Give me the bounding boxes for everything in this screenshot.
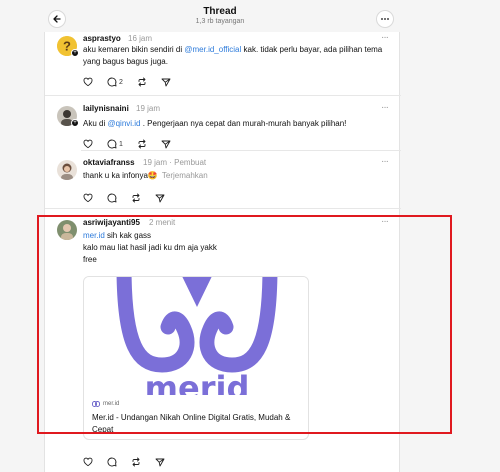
- view-count: 1,3 rb tayangan: [195, 18, 245, 25]
- merid-logo: merid: [116, 277, 278, 395]
- page-title: Thread: [203, 6, 237, 17]
- link-domain: mer.id: [92, 401, 119, 407]
- post-text: mer.id sih kak gass kalo mau liat hasil …: [83, 231, 217, 264]
- merid-logo-text: merid: [145, 369, 250, 395]
- repost-button[interactable]: [131, 457, 141, 467]
- repost-icon: [132, 193, 140, 203]
- action-bar: [83, 192, 179, 204]
- reply-count: 1: [119, 140, 123, 148]
- post-text: Aku di @qinvi.id . Pengerjaan nya cepat …: [83, 119, 347, 128]
- translate-link[interactable]: Terjemahkan: [162, 171, 208, 180]
- heart-icon: [83, 77, 93, 87]
- user-photo-icon: [57, 160, 77, 180]
- comment-icon: [107, 139, 117, 149]
- follow-plus-icon[interactable]: +: [71, 119, 79, 127]
- post-meta: 19 jam · Pembuat: [143, 158, 207, 167]
- post-more-button[interactable]: ···: [381, 32, 389, 43]
- reply-button[interactable]: 2: [107, 77, 123, 87]
- mention-link[interactable]: @qinvi.id: [107, 119, 140, 128]
- top-bar: Thread 1,3 rb tayangan: [0, 0, 500, 32]
- link-preview-image: merid: [84, 277, 308, 395]
- send-icon: [155, 194, 165, 203]
- link-preview-card[interactable]: merid mer.id Mer.id - Undangan Nikah Onl…: [83, 276, 309, 440]
- post-time: 2 menit: [149, 218, 176, 227]
- comment-icon: [107, 193, 117, 203]
- share-button[interactable]: [155, 193, 165, 203]
- link-icon: [92, 401, 100, 407]
- send-icon: [161, 78, 171, 87]
- divider: [81, 150, 401, 151]
- repost-button[interactable]: [137, 77, 147, 87]
- share-button[interactable]: [161, 77, 171, 87]
- heart-icon: [83, 139, 93, 149]
- user-photo-icon: [57, 220, 77, 240]
- mention-link[interactable]: mer.id: [83, 231, 105, 240]
- like-button[interactable]: [83, 457, 93, 467]
- reply-button[interactable]: [107, 193, 117, 203]
- heart-icon: [83, 193, 93, 203]
- action-bar: 2: [83, 76, 185, 88]
- post-text: aku kemaren bikin sendiri di @mer.id_off…: [83, 45, 383, 66]
- action-bar: [83, 456, 179, 468]
- follow-plus-icon[interactable]: +: [71, 49, 79, 57]
- username[interactable]: oktaviafranss: [83, 158, 135, 167]
- share-button[interactable]: [161, 139, 171, 149]
- thread-panel: ? + asprastyo 16 jam ··· aku kemaren bik…: [44, 32, 401, 472]
- reply-button[interactable]: [107, 457, 117, 467]
- repost-icon: [132, 457, 140, 467]
- send-icon: [155, 458, 165, 467]
- post-more-button[interactable]: ···: [381, 102, 389, 113]
- post-more-button[interactable]: ···: [381, 216, 389, 227]
- post-time: 19 jam: [136, 104, 161, 113]
- repost-button[interactable]: [131, 193, 141, 203]
- creator-badge: Pembuat: [174, 158, 207, 167]
- reply-count: 2: [119, 78, 123, 86]
- comment-icon: [107, 77, 117, 87]
- like-button[interactable]: [83, 193, 93, 203]
- divider: [45, 95, 401, 96]
- like-button[interactable]: [83, 139, 93, 149]
- action-bar: 1: [83, 138, 185, 150]
- reply-button[interactable]: 1: [107, 139, 123, 149]
- repost-icon: [138, 77, 146, 87]
- post-time: 16 jam: [128, 34, 153, 43]
- post-text: thank u ka infonya🤩 Terjemahkan: [83, 171, 208, 180]
- avatar[interactable]: [57, 220, 77, 240]
- mention-link[interactable]: @mer.id_official: [184, 45, 241, 54]
- username[interactable]: asprastyo: [83, 34, 121, 43]
- post-more-button[interactable]: ···: [381, 156, 389, 167]
- username[interactable]: lailynisnaini: [83, 104, 129, 113]
- username[interactable]: asriwijayanti95: [83, 218, 140, 227]
- link-title: Mer.id - Undangan Nikah Online Digital G…: [92, 413, 291, 434]
- divider: [45, 208, 401, 209]
- more-icon: [381, 18, 389, 20]
- like-button[interactable]: [83, 77, 93, 87]
- post-time: 19 jam: [143, 158, 168, 167]
- repost-icon: [138, 139, 146, 149]
- more-options-button[interactable]: [376, 10, 394, 28]
- svg-text:?: ?: [63, 39, 71, 54]
- comment-icon: [107, 457, 117, 467]
- heart-icon: [83, 457, 93, 467]
- send-icon: [161, 140, 171, 149]
- share-button[interactable]: [155, 457, 165, 467]
- repost-button[interactable]: [137, 139, 147, 149]
- avatar[interactable]: [57, 160, 77, 180]
